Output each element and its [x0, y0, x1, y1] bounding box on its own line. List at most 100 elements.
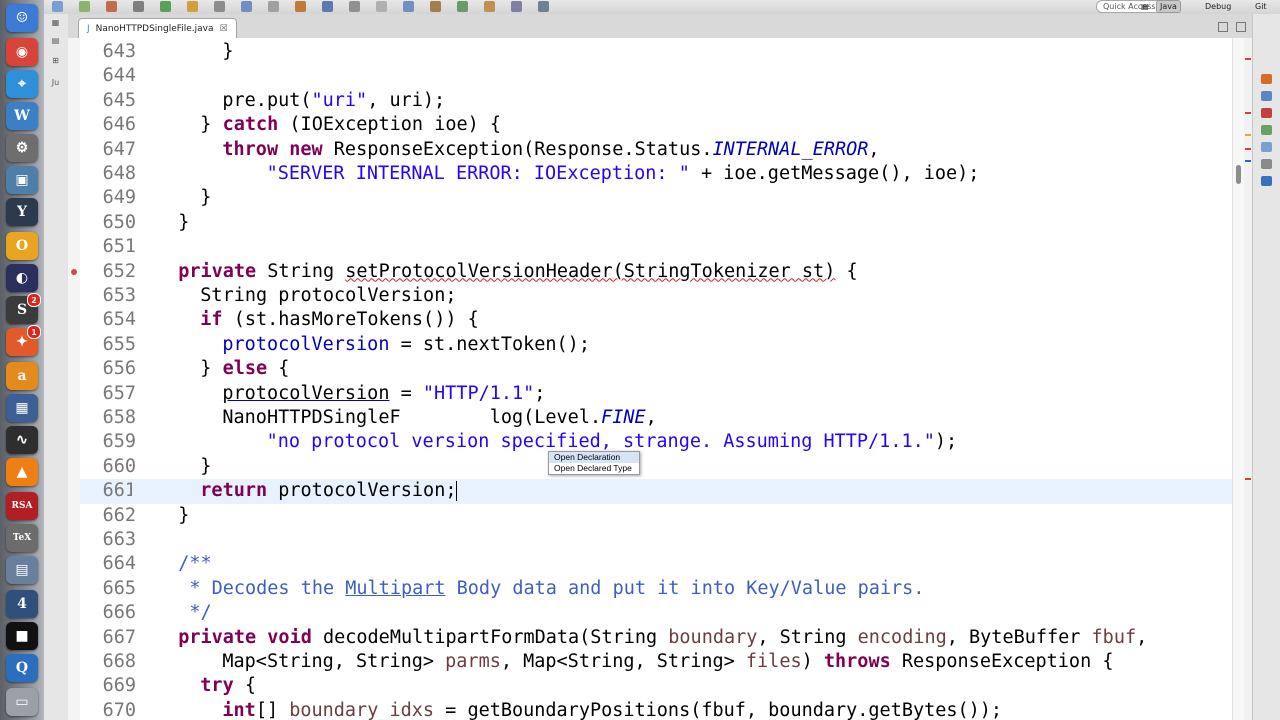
toolbar-button-icon[interactable]: [133, 1, 144, 12]
editor-tab[interactable]: J NanoHTTPDSingleFile.java ☒: [78, 18, 237, 39]
toolbar-button-icon[interactable]: [457, 1, 468, 12]
view-shortcut-icon[interactable]: [1261, 91, 1272, 101]
yoink-icon[interactable]: Y: [6, 198, 38, 226]
code-editor[interactable]: 643 644 645 646 647 648 649 650 651 652 653 654 655 6…: [68, 38, 1244, 720]
wunderlist-icon[interactable]: W: [6, 102, 38, 130]
code-line: "SERVER INTERNAL ERROR: IOException: " +…: [267, 162, 980, 186]
code-token: }: [200, 358, 223, 380]
perspective-debug-button[interactable]: Debug: [1202, 0, 1234, 13]
code-token: "uri": [311, 89, 368, 111]
toolbar-button-icon[interactable]: [538, 1, 549, 12]
terminal-icon[interactable]: ■: [6, 622, 38, 650]
toolbar-button-icon[interactable]: [214, 1, 225, 12]
code-token: if: [200, 309, 223, 331]
toolbar-button-icon[interactable]: [106, 1, 117, 12]
code-token: void: [267, 626, 312, 648]
outline-icon[interactable]: ⊞: [49, 56, 62, 67]
slack-icon[interactable]: S2: [6, 293, 41, 324]
amazon-icon[interactable]: a: [6, 362, 38, 390]
overview-marker[interactable]: [1245, 134, 1251, 136]
overview-marker[interactable]: [1245, 58, 1251, 60]
overview-marker[interactable]: [1245, 478, 1251, 480]
code-token: , uri);: [367, 89, 446, 111]
toolbar-button-icon[interactable]: [241, 1, 252, 12]
code-line: if (st.hasMoreTokens()) {: [200, 308, 478, 332]
close-tab-icon[interactable]: ☒: [220, 19, 228, 39]
code-token: = getBoundaryPositions(fbuf, boundary.ge…: [434, 699, 1003, 720]
trash-icon[interactable]: ▭: [6, 688, 38, 716]
safari-icon[interactable]: ⌖: [6, 70, 38, 98]
toolbar-button-icon[interactable]: [268, 1, 279, 12]
editor-tab-title: NanoHTTPDSingleFile.java: [95, 24, 214, 34]
hierarchy-icon[interactable]: ▤: [49, 36, 62, 47]
activity-monitor-icon[interactable]: ∿: [6, 426, 38, 454]
preview-icon[interactable]: ▣: [6, 166, 38, 194]
perspective-java-button[interactable]: Java: [1156, 0, 1181, 13]
view-shortcut-icon[interactable]: [1261, 74, 1272, 84]
line-number: 654: [102, 309, 136, 331]
junit-icon[interactable]: Ju: [49, 78, 62, 89]
line-number: 645: [102, 89, 136, 111]
toolbar-button-icon[interactable]: [430, 1, 441, 12]
code-token: protocolVersion: [222, 382, 390, 404]
code-line: try {: [200, 674, 256, 698]
scroll-thumb[interactable]: [1236, 165, 1241, 184]
view-shortcut-icon[interactable]: [1261, 159, 1272, 169]
finder-icon[interactable]: ☺: [6, 4, 38, 32]
vlc-icon[interactable]: ▲: [6, 458, 38, 486]
code-line: int[] boundary_idxs = getBoundaryPositio…: [222, 699, 1002, 720]
perspective-git-button[interactable]: Git: [1252, 0, 1270, 13]
calendar-4-icon[interactable]: 4: [6, 590, 38, 618]
calendar-4-glyph: 4: [17, 596, 27, 612]
toolbar-button-icon[interactable]: [484, 1, 495, 12]
toolbar-button-icon[interactable]: [160, 1, 171, 12]
code-token: INTERNAL_ERROR: [712, 138, 869, 160]
eclipse-icon[interactable]: ◐: [6, 264, 38, 292]
image-capture-icon[interactable]: ▤: [6, 556, 38, 584]
code-area[interactable]: } pre.put("uri", uri);} catch (IOExceptio…: [132, 38, 1244, 720]
quicktime-glyph: Q: [15, 660, 29, 676]
virtualbox-icon[interactable]: ▦: [6, 394, 38, 422]
slack-glyph: S: [16, 302, 28, 318]
code-token: {: [233, 675, 256, 697]
package-explorer-icon[interactable]: ▦: [49, 18, 62, 29]
toolbar-button-icon[interactable]: [376, 1, 387, 12]
warning-marker-icon[interactable]: [71, 268, 77, 275]
open-declaration-item[interactable]: Open Declaration: [549, 452, 639, 463]
toolbar-button-icon[interactable]: [187, 1, 198, 12]
view-shortcut-icon[interactable]: [1261, 125, 1272, 135]
view-shortcut-icon[interactable]: [1261, 108, 1272, 118]
view-shortcut-icon[interactable]: [1261, 176, 1272, 186]
toolbar-button-icon[interactable]: [322, 1, 333, 12]
line-number: 658: [102, 407, 136, 428]
maximize-icon[interactable]: [1236, 22, 1246, 32]
quicktime-icon[interactable]: Q: [6, 654, 38, 682]
tex-icon[interactable]: TeX: [6, 524, 38, 552]
dock: ☺ ◉ ⌖ W ⚙ ▣ Y O ◐ S 2 ✦ 1 a ▦ ∿ ▲ RSA TeX ▤ 4 ■ Q ▭: [0, 0, 45, 720]
open-declared-type-item[interactable]: Open Declared Type: [549, 463, 639, 474]
code-line: pre.put("uri", uri);: [222, 89, 445, 113]
toolbar-button-icon[interactable]: [52, 1, 63, 12]
hangouts-icon[interactable]: ✦ 1: [6, 325, 41, 356]
code-token: ): [801, 651, 824, 672]
toolbar-button-icon[interactable]: [511, 1, 522, 12]
system-preferences-icon[interactable]: ⚙: [6, 134, 38, 162]
overview-marker[interactable]: [1245, 148, 1251, 150]
toolbar-button-icon[interactable]: [403, 1, 414, 12]
toolbar-button-icon[interactable]: [349, 1, 360, 12]
toolbar-button-icon[interactable]: [79, 1, 90, 12]
line-number: 665: [102, 577, 136, 599]
line-number: 653: [102, 285, 136, 306]
line-number: 659: [102, 431, 136, 453]
minimize-icon[interactable]: [1218, 22, 1228, 32]
perspective-switcher-icon[interactable]: ▤: [1138, 0, 1152, 13]
oo-icon[interactable]: O: [6, 232, 38, 260]
rsa-securid-glyph: RSA: [11, 501, 33, 511]
chrome-icon[interactable]: ◉: [6, 38, 38, 66]
overview-marker[interactable]: [1245, 112, 1251, 114]
rsa-securid-icon[interactable]: RSA: [6, 492, 38, 520]
oo-glyph: O: [15, 238, 29, 254]
overview-marker[interactable]: [1245, 160, 1251, 162]
toolbar-button-icon[interactable]: [295, 1, 306, 12]
view-shortcut-icon[interactable]: [1261, 142, 1272, 152]
